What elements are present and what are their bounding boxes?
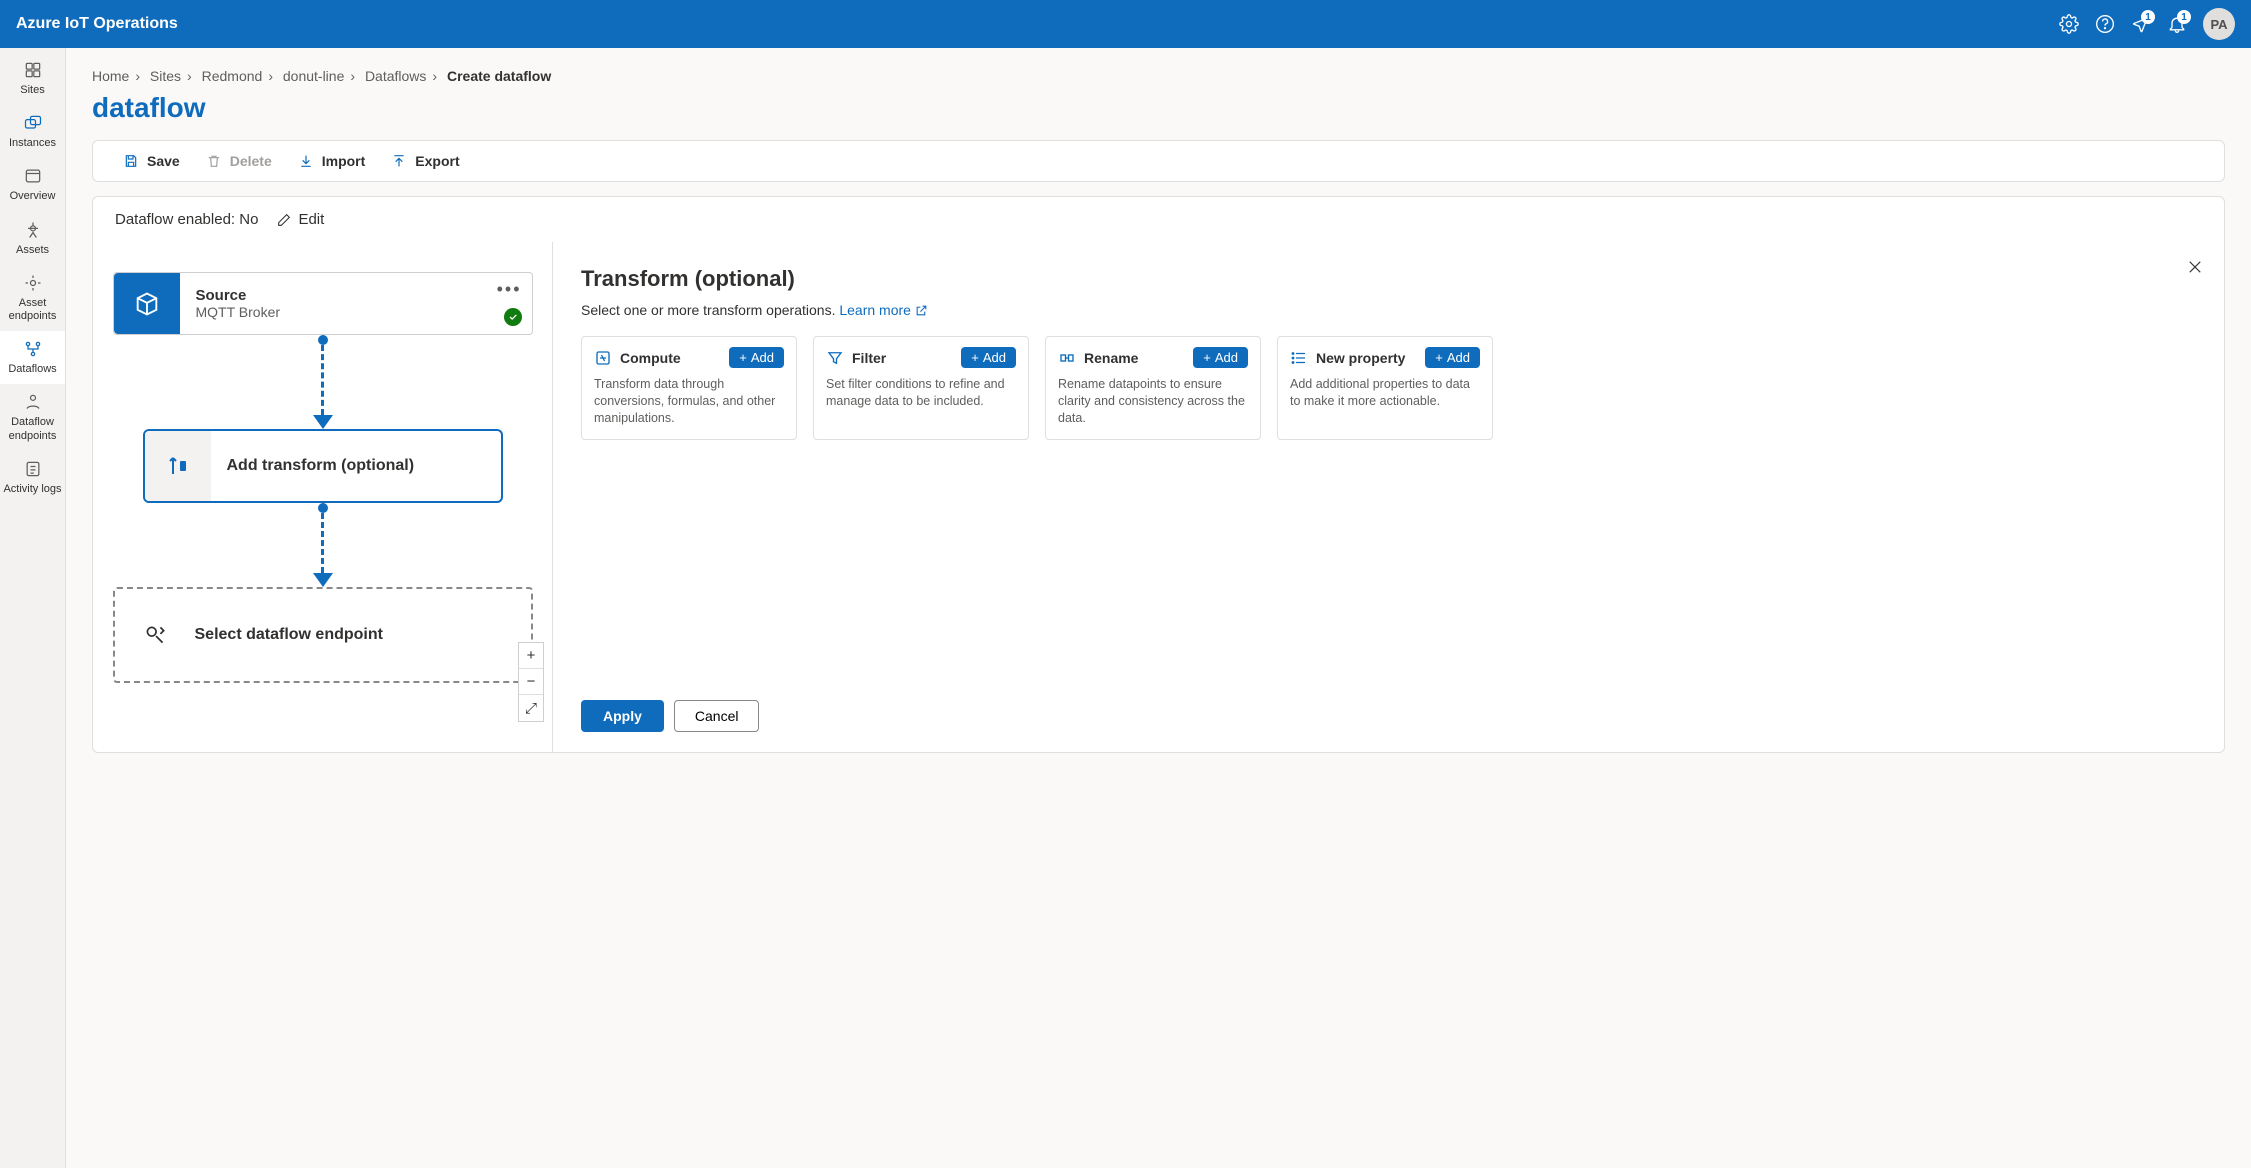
add-rename-button[interactable]: +Add [1193,347,1248,368]
rail-instances[interactable]: Instances [0,105,65,158]
op-rename: Rename +Add Rename datapoints to ensure … [1045,336,1261,440]
detail-subtitle: Select one or more transform operations.… [581,302,2196,318]
product-name: Azure IoT Operations [16,15,178,33]
learn-more-link[interactable]: Learn more [839,302,927,318]
dataflow-canvas: Source MQTT Broker ••• Add trans [93,242,553,752]
help-icon[interactable] [2087,6,2123,42]
close-icon[interactable] [2186,258,2204,279]
rail-label: Assets [16,244,49,257]
transform-title: Add transform (optional) [211,457,431,475]
feedback-badge: 1 [2141,10,2155,24]
check-icon [504,308,522,326]
op-new-property: New property +Add Add additional propert… [1277,336,1493,440]
delete-button: Delete [206,153,272,169]
export-button[interactable]: Export [391,153,459,169]
op-filter: Filter +Add Set filter conditions to ref… [813,336,1029,440]
breadcrumb-sites[interactable]: Sites [150,68,181,84]
settings-icon[interactable] [2051,6,2087,42]
df-enabled-label: Dataflow enabled: No [115,211,258,228]
node-more-icon[interactable]: ••• [497,279,522,300]
rail-label: Overview [10,190,56,203]
rail-label: Dataflow endpoints [2,416,63,442]
compute-icon [594,349,612,367]
op-desc: Transform data through conversions, form… [594,376,784,427]
top-bar: Azure IoT Operations 1 1 PA [0,0,2251,48]
import-button[interactable]: Import [298,153,366,169]
flow-arrow [313,503,333,587]
source-title: Source [196,287,516,304]
add-compute-button[interactable]: +Add [729,347,784,368]
left-rail: Sites Instances Overview Assets Asset en… [0,48,66,1168]
filter-icon [826,349,844,367]
flow-arrow [313,335,333,429]
endpoint-icon [115,622,195,648]
op-title: New property [1316,350,1417,366]
page-title: dataflow [92,92,2225,124]
dataflow-header: Dataflow enabled: No Edit [93,197,2224,242]
detail-pane: Transform (optional) Select one or more … [553,242,2224,752]
zoom-in-button[interactable]: + [519,643,543,669]
zoom-out-button[interactable]: − [519,669,543,695]
rail-assets[interactable]: Assets [0,212,65,265]
rail-dataflow-endpoints[interactable]: Dataflow endpoints [0,384,65,450]
transform-node[interactable]: Add transform (optional) [143,429,503,503]
rail-label: Activity logs [3,483,61,496]
apply-button[interactable]: Apply [581,700,664,732]
rename-icon [1058,349,1076,367]
import-label: Import [322,153,366,169]
save-label: Save [147,153,180,169]
op-desc: Set filter conditions to refine and mana… [826,376,1016,410]
rail-label: Sites [20,84,44,97]
cube-icon [114,273,180,334]
op-title: Rename [1084,350,1185,366]
delete-label: Delete [230,153,272,169]
dataflow-panel: Dataflow enabled: No Edit Source MQTT Br… [92,196,2225,753]
op-compute: Compute +Add Transform data through conv… [581,336,797,440]
zoom-controls: + − ⤢ [518,642,544,722]
edit-label: Edit [298,211,324,228]
zoom-fit-button[interactable]: ⤢ [519,695,543,721]
edit-button[interactable]: Edit [276,211,324,228]
breadcrumb-donut-line[interactable]: donut-line [283,68,345,84]
rail-overview[interactable]: Overview [0,158,65,211]
list-icon [1290,349,1308,367]
transform-icon [145,431,211,501]
destination-node[interactable]: Select dataflow endpoint [113,587,533,683]
rail-sites[interactable]: Sites [0,52,65,105]
breadcrumb-dataflows[interactable]: Dataflows [365,68,426,84]
rail-dataflows[interactable]: Dataflows [0,331,65,384]
cancel-button[interactable]: Cancel [674,700,760,732]
op-desc: Rename datapoints to ensure clarity and … [1058,376,1248,427]
source-node[interactable]: Source MQTT Broker ••• [113,272,533,335]
rail-label: Dataflows [8,363,56,376]
add-filter-button[interactable]: +Add [961,347,1016,368]
breadcrumb-redmond[interactable]: Redmond [202,68,263,84]
rail-activity-logs[interactable]: Activity logs [0,451,65,504]
source-subtitle: MQTT Broker [196,304,516,320]
feedback-icon[interactable]: 1 [2123,6,2159,42]
notifications-icon[interactable]: 1 [2159,6,2195,42]
op-title: Filter [852,350,953,366]
op-desc: Add additional properties to data to mak… [1290,376,1480,410]
rail-label: Asset endpoints [2,297,63,323]
rail-label: Instances [9,137,56,150]
op-title: Compute [620,350,721,366]
detail-title: Transform (optional) [581,266,2196,292]
add-new-property-button[interactable]: +Add [1425,347,1480,368]
rail-asset-endpoints[interactable]: Asset endpoints [0,265,65,331]
save-button[interactable]: Save [123,153,180,169]
breadcrumb-current: Create dataflow [447,68,551,84]
breadcrumb-home[interactable]: Home [92,68,129,84]
toolbar: Save Delete Import Export [92,140,2225,182]
destination-title: Select dataflow endpoint [195,626,383,644]
export-label: Export [415,153,459,169]
avatar[interactable]: PA [2203,8,2235,40]
notifications-badge: 1 [2177,10,2191,24]
breadcrumb: Home› Sites› Redmond› donut-line› Datafl… [92,68,2225,84]
